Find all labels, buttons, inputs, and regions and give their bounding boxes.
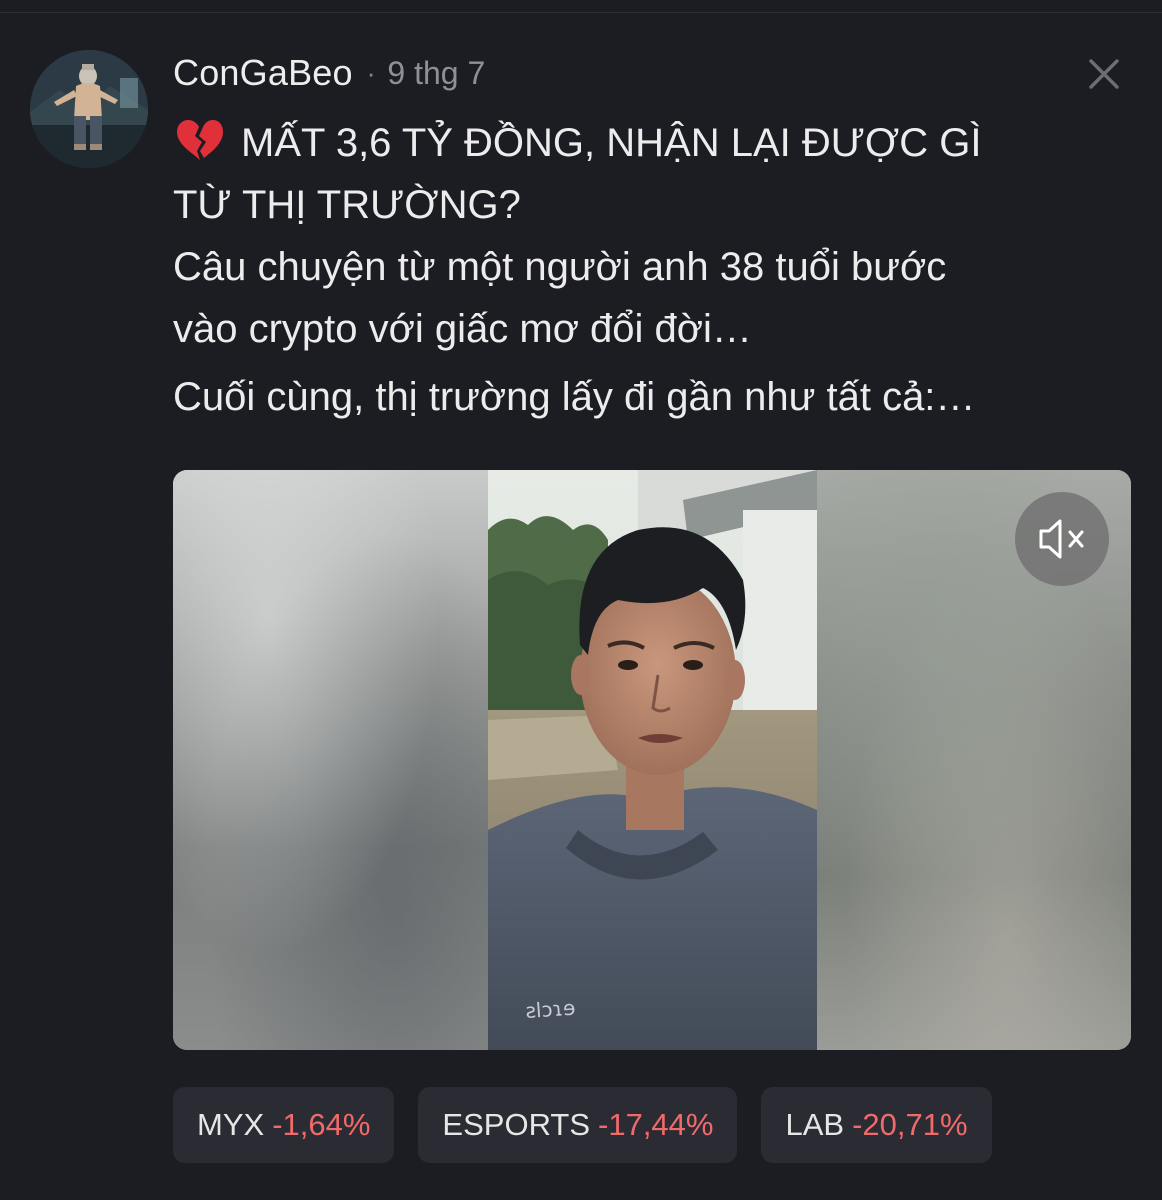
separator-dot: ·	[366, 57, 376, 88]
ticker-chip-esports[interactable]: ESPORTS -17,44%	[418, 1087, 738, 1163]
ticker-chip-lab[interactable]: LAB -20,71%	[761, 1087, 992, 1163]
ticker-row: MYX -1,64% ESPORTS -17,44% LAB -20,71%	[173, 1087, 992, 1163]
video-blur-left	[173, 470, 489, 1050]
ticker-change: -17,44%	[598, 1107, 714, 1142]
ticker-change: -20,71%	[852, 1107, 968, 1142]
post-title-text-1: MẤT 3,6 TỶ ĐỒNG, NHẬN LẠI ĐƯỢC GÌ	[241, 121, 982, 165]
post-title-line-1: MẤT 3,6 TỶ ĐỒNG, NHẬN LẠI ĐƯỢC GÌ	[173, 112, 1133, 174]
post-time: 9 thg 7	[387, 54, 486, 91]
video-thumbnail-image: ƨlɔɿɘ	[488, 470, 817, 1050]
svg-text:ƨlɔɿɘ: ƨlɔɿɘ	[525, 996, 576, 1023]
post-body[interactable]: MẤT 3,6 TỶ ĐỒNG, NHẬN LẠI ĐƯỢC GÌ TỪ THỊ…	[173, 112, 1133, 428]
post-header: ConGaBeo · 9 thg 7	[173, 50, 485, 96]
post-title-line-2: TỪ THỊ TRƯỜNG?	[173, 183, 521, 227]
ticker-symbol: LAB	[785, 1107, 845, 1142]
mute-toggle-button[interactable]	[1015, 492, 1109, 586]
close-button[interactable]	[1080, 50, 1128, 98]
post-body-line-1: Câu chuyện từ một người anh 38 tuổi bước	[173, 245, 947, 289]
post-body-line-3: Cuối cùng, thị trường lấy đi gần như tất…	[173, 375, 976, 419]
video-frame: ƨlɔɿɘ	[488, 470, 817, 1050]
speaker-muted-icon	[1039, 519, 1084, 559]
ticker-change: -1,64%	[272, 1107, 371, 1142]
ticker-symbol: MYX	[197, 1107, 265, 1142]
ticker-chip-myx[interactable]: MYX -1,64%	[173, 1087, 395, 1163]
post-body-line-2: vào crypto với giấc mơ đổi đời…	[173, 307, 752, 351]
username[interactable]: ConGaBeo	[173, 52, 353, 94]
avatar[interactable]	[30, 50, 148, 168]
ticker-symbol: ESPORTS	[442, 1107, 591, 1142]
broken-heart-icon	[173, 118, 227, 162]
close-icon	[1089, 59, 1119, 89]
avatar-image	[30, 50, 148, 168]
top-divider	[0, 12, 1162, 13]
video-player[interactable]: ƨlɔɿɘ	[173, 470, 1131, 1050]
